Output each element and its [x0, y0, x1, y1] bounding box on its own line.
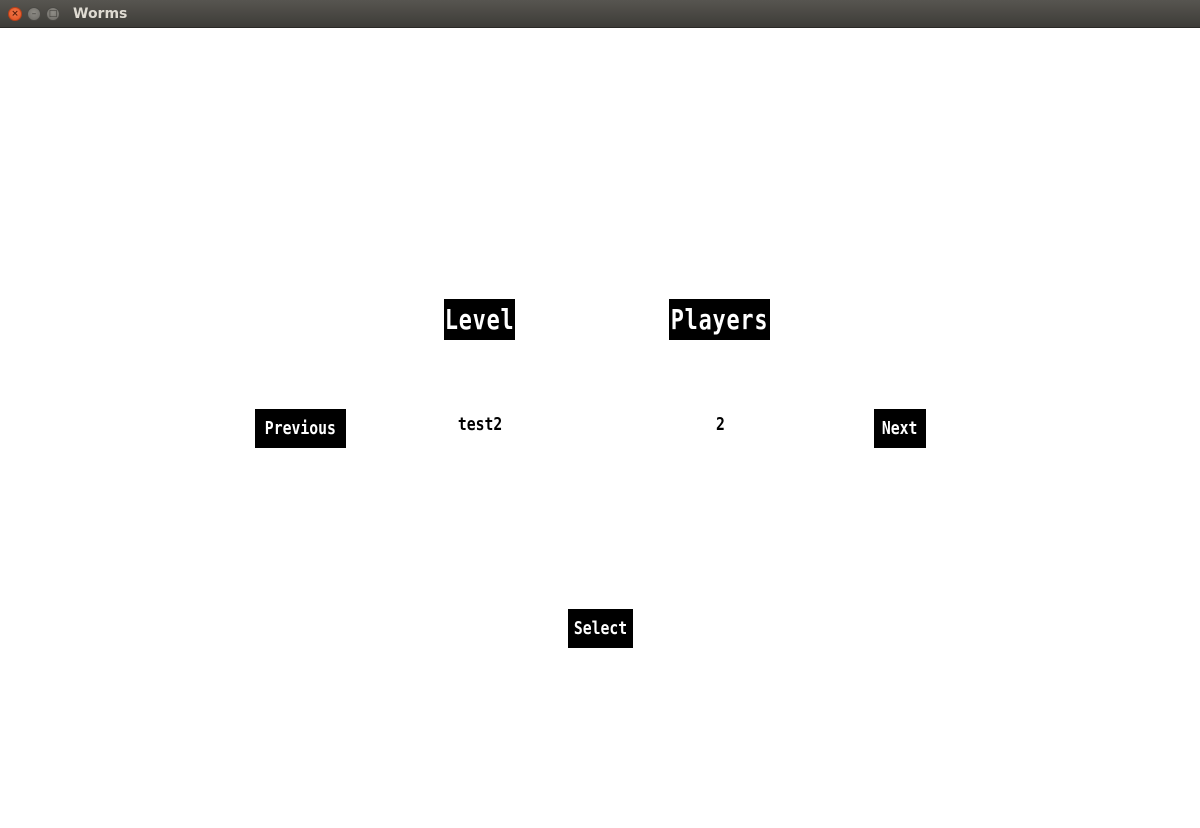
minimize-window-icon[interactable]: – — [27, 7, 41, 21]
selected-level-value: test2 — [440, 414, 520, 440]
selected-level-text: test2 — [457, 414, 503, 435]
players-heading: Players — [669, 299, 770, 340]
level-heading-text: Level — [444, 303, 515, 336]
select-button[interactable]: Select — [568, 609, 633, 648]
previous-button-label: Previous — [264, 418, 337, 439]
next-button[interactable]: Next — [874, 409, 926, 448]
window-title: Worms — [73, 6, 128, 22]
select-button-label: Select — [573, 618, 628, 639]
maximize-window-icon[interactable]: □ — [46, 7, 60, 21]
game-window: × – □ Worms Level Players Previous test2… — [0, 0, 1200, 828]
previous-button[interactable]: Previous — [255, 409, 346, 448]
next-button-label: Next — [882, 418, 918, 439]
level-heading: Level — [444, 299, 515, 340]
players-heading-text: Players — [670, 303, 769, 336]
selected-players-text: 2 — [715, 414, 725, 435]
close-window-icon[interactable]: × — [8, 7, 22, 21]
selected-players-value: 2 — [700, 414, 740, 440]
window-titlebar[interactable]: × – □ Worms — [0, 0, 1200, 28]
